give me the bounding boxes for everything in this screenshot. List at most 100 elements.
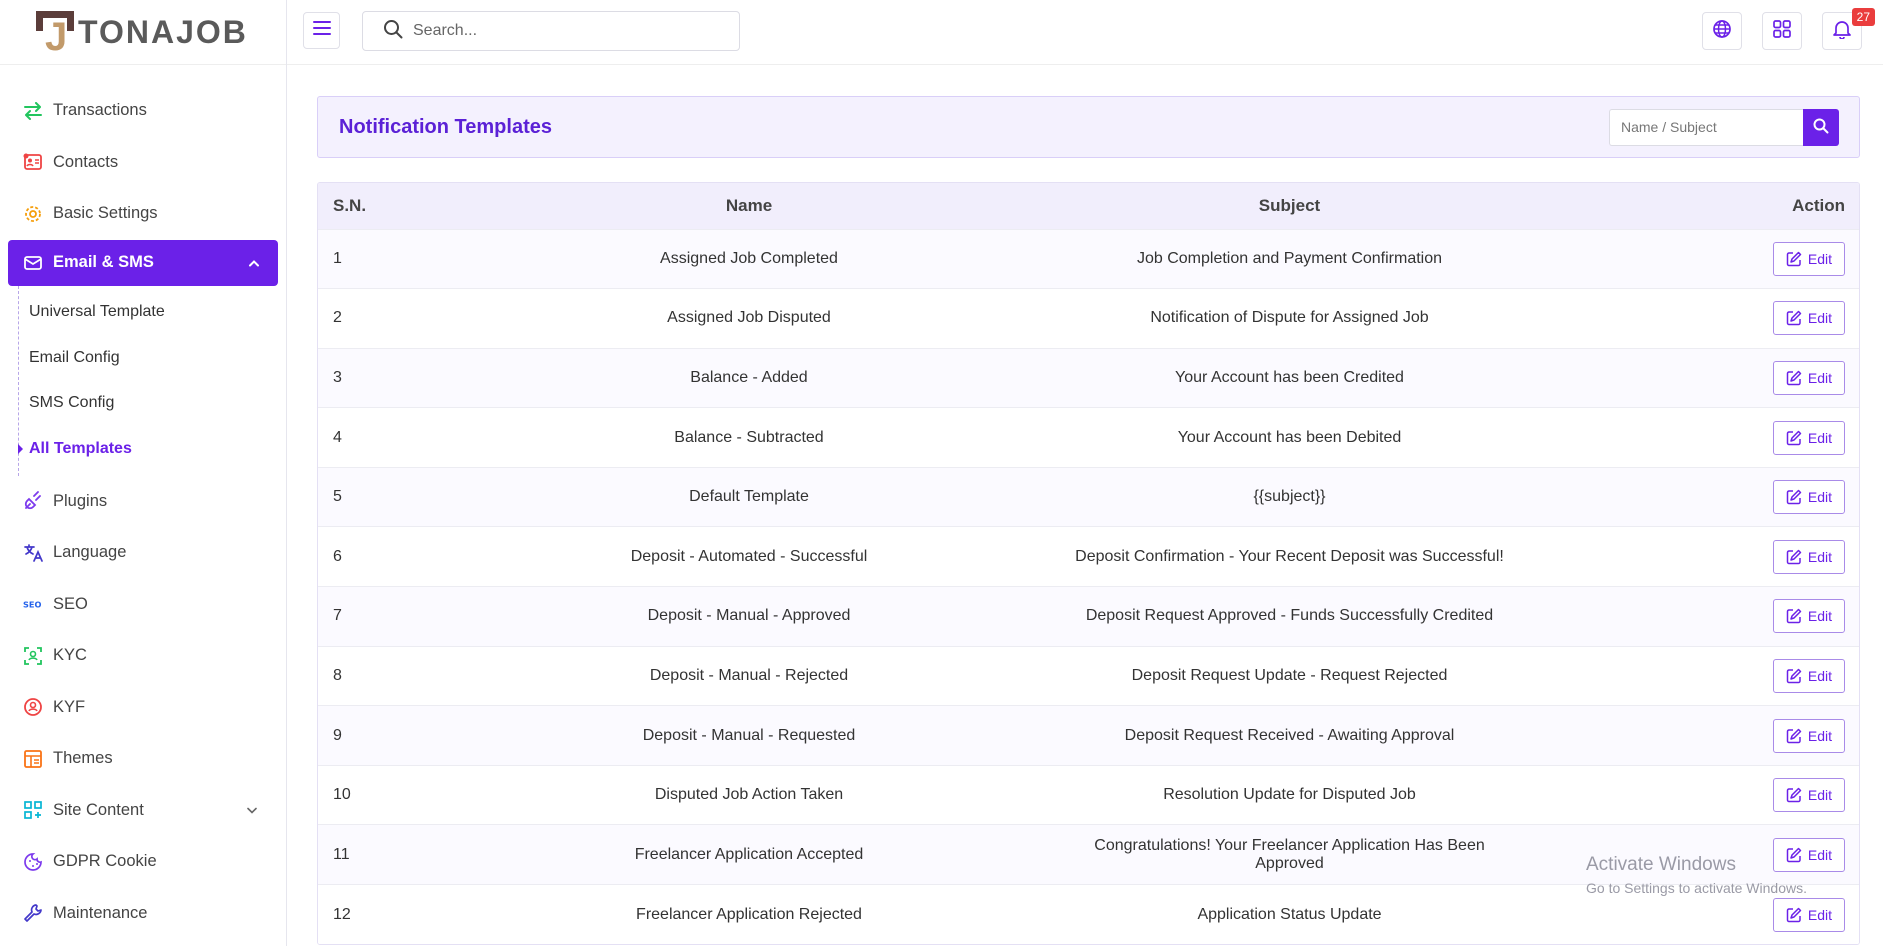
cell-sn: 9 [318, 705, 438, 766]
sidebar-item-seo[interactable]: SEO SEO [0, 579, 286, 631]
sidebar-item-label: SEO [53, 594, 88, 613]
brand-logo[interactable]: J TONAJOB [0, 0, 286, 65]
sidebar-item-site-content[interactable]: Site Content [0, 785, 286, 837]
filter-search-button[interactable] [1803, 108, 1839, 146]
svg-text:SEO: SEO [23, 600, 41, 610]
sidebar: J TONAJOB Transactions Contacts Basic Se… [0, 0, 287, 946]
edit-button[interactable]: Edit [1772, 658, 1845, 693]
cell-name: Deposit - Manual - Rejected [438, 645, 1060, 706]
cookie-icon [23, 852, 43, 872]
sidebar-item-plugins[interactable]: Plugins [0, 476, 286, 528]
edit-label: Edit [1807, 548, 1832, 565]
table-row: 6 Deposit - Automated - Successful Depos… [318, 526, 1859, 587]
column-header-action: Action [1519, 183, 1859, 229]
sidebar-item-kyc[interactable]: KYC [0, 630, 286, 682]
cell-subject: Deposit Confirmation - Your Recent Depos… [1060, 526, 1519, 587]
email-sms-submenu: Universal Template Email Config SMS Conf… [18, 285, 286, 476]
edit-button[interactable]: Edit [1772, 241, 1845, 276]
cell-subject: Your Account has been Credited [1060, 347, 1519, 408]
topbar: 27 [287, 0, 1883, 65]
scan-user-icon [23, 646, 43, 666]
templates-table-container: S.N. Name Subject Action 1 Assigned Job … [317, 182, 1860, 946]
cell-subject: Application Status Update [1060, 884, 1519, 945]
sidebar-item-label: KYF [53, 697, 86, 716]
search-input[interactable] [413, 22, 713, 40]
edit-icon [1786, 728, 1802, 743]
sidebar-item-label: GDPR Cookie [53, 852, 157, 871]
language-button[interactable] [1702, 12, 1742, 50]
notifications-button[interactable]: 27 [1822, 8, 1875, 50]
table-row: 4 Balance - Subtracted Your Account has … [318, 407, 1859, 468]
edit-button[interactable]: Edit [1772, 301, 1845, 336]
globe-icon [1712, 19, 1732, 44]
cell-sn: 8 [318, 645, 438, 706]
plug-icon [23, 491, 43, 511]
table-row: 2 Assigned Job Disputed Notification of … [318, 288, 1859, 349]
watermark-subtitle: Go to Settings to activate Windows. [1586, 880, 1807, 896]
cell-subject: {{subject}} [1060, 466, 1519, 527]
cell-sn: 10 [318, 764, 438, 825]
cell-name: Balance - Added [438, 347, 1060, 408]
table-row: 3 Balance - Added Your Account has been … [318, 347, 1859, 408]
table-row: 9 Deposit - Manual - Requested Deposit R… [318, 705, 1859, 766]
brand-name: TONAJOB [78, 13, 248, 50]
page-title: Notification Templates [339, 115, 552, 138]
edit-button[interactable]: Edit [1772, 360, 1845, 395]
bell-icon [1833, 19, 1851, 44]
edit-button[interactable]: Edit [1772, 778, 1845, 813]
sidebar-subitem-all-templates[interactable]: All Templates [19, 426, 286, 472]
edit-button[interactable]: Edit [1772, 897, 1845, 932]
edit-icon [1786, 489, 1802, 505]
cell-subject: Deposit Request Approved - Funds Success… [1060, 586, 1519, 647]
cell-subject: Your Account has been Debited [1060, 407, 1519, 468]
sidebar-subitem-universal-template[interactable]: Universal Template [19, 290, 286, 336]
shield-user-icon [23, 697, 43, 717]
sidebar-item-basic-settings[interactable]: Basic Settings [0, 188, 286, 240]
edit-button[interactable]: Edit [1772, 480, 1845, 515]
apps-grid-icon [1773, 19, 1791, 43]
edit-icon [1786, 549, 1802, 565]
edit-button[interactable]: Edit [1772, 599, 1845, 634]
cell-name: Assigned Job Completed [438, 228, 1060, 289]
cell-name: Freelancer Application Rejected [438, 884, 1060, 945]
sidebar-item-kyf[interactable]: KYF [0, 682, 286, 734]
chevron-down-icon [246, 801, 258, 820]
cell-action: Edit [1519, 586, 1859, 647]
edit-label: Edit [1807, 787, 1832, 804]
edit-button[interactable]: Edit [1772, 539, 1845, 574]
sidebar-item-label: Maintenance [53, 903, 148, 922]
sidebar-subitem-sms-config[interactable]: SMS Config [19, 381, 286, 427]
apps-button[interactable] [1762, 12, 1802, 50]
chevron-up-icon [248, 253, 260, 272]
edit-label: Edit [1807, 429, 1832, 446]
sidebar-item-label: Plugins [53, 491, 108, 510]
edit-label: Edit [1807, 846, 1832, 863]
watermark-title: Activate Windows [1586, 854, 1736, 875]
sidebar-item-contacts[interactable]: Contacts [0, 137, 286, 189]
sidebar-item-label: Contacts [53, 152, 119, 171]
sidebar-item-themes[interactable]: Themes [0, 733, 286, 785]
sidebar-item-transactions[interactable]: Transactions [0, 85, 286, 137]
cell-sn: 3 [318, 347, 438, 408]
edit-icon [1786, 907, 1802, 922]
menu-toggle-button[interactable] [303, 12, 340, 49]
template-filter [1609, 108, 1839, 146]
column-header-sn: S.N. [318, 183, 438, 229]
edit-icon [1786, 787, 1802, 803]
contact-card-icon [23, 152, 43, 172]
sidebar-item-gdpr-cookie[interactable]: GDPR Cookie [0, 836, 286, 888]
sidebar-nav: Transactions Contacts Basic Settings Ema… [0, 65, 286, 939]
sidebar-item-email-sms[interactable]: Email & SMS [8, 239, 278, 286]
sidebar-subitem-email-config[interactable]: Email Config [19, 335, 286, 381]
sidebar-item-language[interactable]: Language [0, 527, 286, 579]
sidebar-item-maintenance[interactable]: Maintenance [0, 888, 286, 940]
edit-label: Edit [1807, 250, 1832, 267]
column-header-name: Name [438, 183, 1060, 229]
cell-name: Deposit - Manual - Approved [438, 586, 1060, 647]
name-subject-search-input[interactable] [1609, 108, 1803, 146]
edit-button[interactable]: Edit [1772, 718, 1845, 753]
cell-action: Edit [1519, 764, 1859, 825]
edit-button[interactable]: Edit [1772, 420, 1845, 455]
seo-icon: SEO [23, 594, 43, 614]
edit-icon [1786, 251, 1802, 267]
